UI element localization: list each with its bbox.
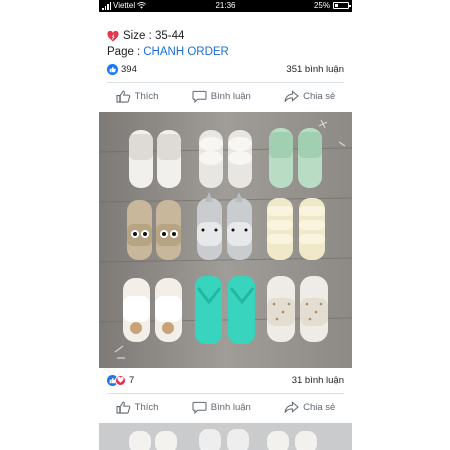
like-button[interactable]: Thích <box>116 401 159 414</box>
like-count: 394 <box>121 63 137 75</box>
share-icon <box>284 400 299 413</box>
love-icon <box>115 374 126 386</box>
thumbs-up-icon <box>116 90 130 103</box>
battery-group: 25% <box>313 1 351 10</box>
page-name-link[interactable]: CHANH ORDER <box>143 44 229 60</box>
post2-action-bar: Thích Bình luận Chia sẻ <box>99 396 352 418</box>
comment-count[interactable]: 31 bình luận <box>292 375 344 386</box>
like-label: Thích <box>134 90 159 102</box>
comment-count[interactable]: 351 bình luận <box>286 64 344 75</box>
page-line: Page : CHANH ORDER <box>107 44 229 60</box>
like-label: Thích <box>134 401 159 413</box>
divider <box>107 82 344 83</box>
comment-icon <box>192 401 207 414</box>
size-line: Size : 35-44 <box>107 28 229 44</box>
comment-button[interactable]: Bình luận <box>192 90 251 103</box>
post1-action-bar: Thích Bình luận Chia sẻ <box>99 85 352 107</box>
like-icon <box>107 63 118 75</box>
post-caption: Size : 35-44 Page : CHANH ORDER <box>107 28 229 60</box>
page-label: Page : <box>107 46 141 58</box>
battery-icon <box>333 2 351 9</box>
slippers-image <box>99 112 352 368</box>
comment-label: Bình luận <box>210 401 251 413</box>
comment-label: Bình luận <box>210 90 251 102</box>
share-button[interactable]: Chia sẻ <box>284 400 336 414</box>
status-bar: Viettel 21:36 25% <box>99 0 352 12</box>
phone-screen: Viettel 21:36 25% Size : 35-44 Page : CH… <box>99 0 352 450</box>
battery-percent: 25% <box>313 1 330 10</box>
reaction-count: 7 <box>129 374 135 386</box>
share-icon <box>284 89 299 102</box>
slippers-image-partial <box>99 423 352 450</box>
next-product-photo[interactable] <box>99 423 352 450</box>
product-photo[interactable] <box>99 112 352 368</box>
post2-reactions[interactable]: 7 31 bình luận <box>107 373 344 387</box>
comment-button[interactable]: Bình luận <box>192 401 251 414</box>
share-label: Chia sẻ <box>303 90 336 102</box>
share-button[interactable]: Chia sẻ <box>284 89 336 103</box>
comment-icon <box>192 90 207 103</box>
thumbs-up-icon <box>116 401 130 414</box>
size-text: Size : 35-44 <box>123 30 185 42</box>
like-button[interactable]: Thích <box>116 90 159 103</box>
post1-reactions[interactable]: 394 351 bình luận <box>107 62 344 76</box>
divider <box>107 393 344 394</box>
share-label: Chia sẻ <box>303 401 336 413</box>
heart-icon <box>107 30 119 41</box>
